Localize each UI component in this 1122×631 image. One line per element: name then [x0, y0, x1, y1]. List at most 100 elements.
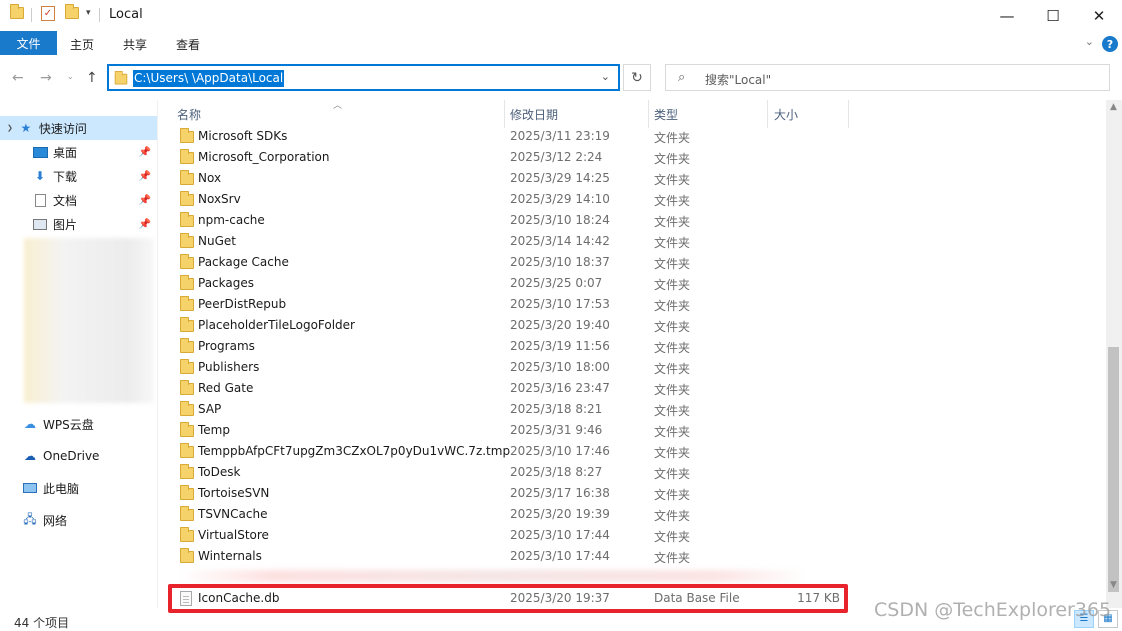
- sidebar-item-desktop[interactable]: 桌面 📌: [0, 140, 157, 164]
- download-icon: ⬇: [34, 169, 46, 183]
- table-row[interactable]: Packages 2025/3/25 0:07 文件夹: [158, 273, 848, 294]
- back-icon[interactable]: ←: [12, 70, 24, 86]
- table-row[interactable]: Publishers 2025/3/10 18:00 文件夹: [158, 357, 848, 378]
- desktop-icon: [32, 145, 48, 159]
- file-name: Winternals: [198, 549, 262, 563]
- sidebar-item-pictures[interactable]: 图片 📌: [0, 212, 157, 236]
- table-row[interactable]: VirtualStore 2025/3/10 17:44 文件夹: [158, 525, 848, 546]
- folder-icon: [180, 485, 194, 503]
- expand-ribbon-icon[interactable]: ⌄: [1085, 35, 1094, 48]
- sidebar-item-documents[interactable]: 文档 📌: [0, 188, 157, 212]
- table-row[interactable]: PeerDistRepub 2025/3/10 17:53 文件夹: [158, 294, 848, 315]
- address-bar[interactable]: C:\Users\ \AppData\Local ⌄: [107, 64, 620, 91]
- sidebar-item-wps-cloud[interactable]: ☁ WPS云盘: [0, 412, 157, 436]
- new-folder-icon[interactable]: [65, 4, 79, 22]
- window-title: Local: [109, 7, 143, 22]
- table-row[interactable]: Temp 2025/3/31 9:46 文件夹: [158, 420, 848, 441]
- table-row[interactable]: TortoiseSVN 2025/3/17 16:38 文件夹: [158, 483, 848, 504]
- sidebar-item-downloads[interactable]: ⬇ 下载 📌: [0, 164, 157, 188]
- tab-share[interactable]: 共享: [123, 36, 147, 53]
- pin-icon[interactable]: 📌: [139, 147, 151, 158]
- pin-icon[interactable]: 📌: [139, 219, 151, 230]
- file-date: 2025/3/20 19:40: [510, 318, 610, 332]
- file-name: PeerDistRepub: [198, 297, 287, 311]
- chevron-down-icon[interactable]: ⌄: [601, 70, 610, 83]
- folder-icon: [180, 464, 194, 482]
- sidebar-item-label: WPS云盘: [43, 417, 94, 432]
- sidebar-item-label: 此电脑: [43, 481, 80, 496]
- table-row[interactable]: Winternals 2025/3/10 17:44 文件夹: [158, 546, 848, 567]
- column-header-name[interactable]: 名称: [177, 100, 201, 128]
- table-row[interactable]: PlaceholderTileLogoFolder 2025/3/20 19:40…: [158, 315, 848, 336]
- file-type: 文件夹: [654, 530, 691, 544]
- table-row[interactable]: ToDesk 2025/3/18 8:27 文件夹: [158, 462, 848, 483]
- pin-icon[interactable]: 📌: [139, 171, 151, 182]
- pictures-icon: [32, 217, 48, 231]
- tab-file[interactable]: 文件: [0, 31, 57, 55]
- table-row[interactable]: Microsoft SDKs 2025/3/11 23:19 文件夹: [158, 126, 848, 147]
- tab-home[interactable]: 主页: [70, 36, 94, 53]
- table-row[interactable]: TSVNCache 2025/3/20 19:39 文件夹: [158, 504, 848, 525]
- sidebar-item-onedrive[interactable]: ☁ OneDrive: [0, 444, 157, 468]
- file-type: 文件夹: [654, 404, 691, 418]
- folder-icon: [180, 380, 194, 398]
- up-icon[interactable]: ↑: [86, 70, 98, 86]
- folder-icon: [180, 317, 194, 335]
- file-date: 2025/3/18 8:21: [510, 402, 603, 416]
- table-row[interactable]: Microsoft_Corporation 2025/3/12 2:24 文件夹: [158, 147, 848, 168]
- chevron-right-icon[interactable]: ❯: [7, 124, 13, 132]
- table-row[interactable]: Red Gate 2025/3/16 23:47 文件夹: [158, 378, 848, 399]
- table-row[interactable]: Programs 2025/3/19 11:56 文件夹: [158, 336, 848, 357]
- recent-locations-icon[interactable]: ⌄: [67, 72, 74, 81]
- navigation-pane: ❯ ★ 快速访问 桌面 📌 ⬇ 下载 📌 文档 📌 图片 📌 ☁ WPS云盘 ☁…: [0, 100, 158, 608]
- refresh-button[interactable]: ↻: [623, 64, 651, 91]
- forward-icon[interactable]: →: [40, 70, 52, 86]
- table-row[interactable]: SAP 2025/3/18 8:21 文件夹: [158, 399, 848, 420]
- folder-icon: [180, 212, 194, 230]
- file-date: 2025/3/12 2:24: [510, 150, 603, 164]
- help-icon[interactable]: ?: [1102, 36, 1118, 52]
- address-path[interactable]: C:\Users\ \AppData\Local: [133, 70, 285, 87]
- file-date: 2025/3/29 14:25: [510, 171, 610, 185]
- column-header-size[interactable]: 大小: [774, 100, 798, 128]
- pin-icon[interactable]: 📌: [139, 195, 151, 206]
- file-date: 2025/3/16 23:47: [510, 381, 610, 395]
- scrollbar-thumb[interactable]: [1108, 347, 1119, 592]
- scroll-up-icon[interactable]: ▲: [1110, 102, 1117, 112]
- minimize-button[interactable]: —: [984, 0, 1030, 31]
- file-type: 文件夹: [654, 131, 691, 145]
- table-row[interactable]: NuGet 2025/3/14 14:42 文件夹: [158, 231, 848, 252]
- table-row[interactable]: Package Cache 2025/3/10 18:37 文件夹: [158, 252, 848, 273]
- tab-view[interactable]: 查看: [176, 36, 200, 53]
- documents-icon: [32, 193, 48, 207]
- file-type: 文件夹: [654, 551, 691, 565]
- table-row[interactable]: Nox 2025/3/29 14:25 文件夹: [158, 168, 848, 189]
- vertical-scrollbar[interactable]: ▲ ▼: [1106, 100, 1122, 608]
- cloud-icon: ☁: [24, 417, 36, 431]
- table-row[interactable]: TemppbAfpCFt7upgZm3CZxOL7p0yDu1vWC.7z.tm…: [158, 441, 848, 462]
- scroll-down-icon[interactable]: ▼: [1110, 580, 1117, 590]
- quick-access-dropdown-icon[interactable]: ▾: [86, 8, 91, 18]
- close-button[interactable]: ✕: [1076, 0, 1122, 31]
- folder-icon: [180, 527, 194, 545]
- file-type: 文件夹: [654, 383, 691, 397]
- file-type: 文件夹: [654, 236, 691, 250]
- file-name: TemppbAfpCFt7upgZm3CZxOL7p0yDu1vWC.7z.tm…: [198, 444, 511, 458]
- sidebar-item-network[interactable]: 🖧 网络: [0, 508, 157, 532]
- file-name: Nox: [198, 171, 222, 185]
- search-input[interactable]: ⌕ 搜索"Local": [665, 64, 1110, 91]
- properties-icon[interactable]: ✓: [41, 6, 55, 21]
- table-row[interactable]: NoxSrv 2025/3/29 14:10 文件夹: [158, 189, 848, 210]
- sidebar-item-quick-access[interactable]: ❯ ★ 快速访问: [0, 116, 157, 140]
- folder-icon: [180, 128, 194, 146]
- redacted-region: [24, 238, 154, 403]
- navigation-bar: ← → ⌄ ↑ C:\Users\ \AppData\Local ⌄ ↻ ⌕ 搜…: [0, 56, 1122, 100]
- file-name: Temp: [198, 423, 230, 437]
- column-header-date[interactable]: 修改日期: [510, 100, 558, 128]
- sidebar-item-this-pc[interactable]: 此电脑: [0, 476, 157, 500]
- column-header-type[interactable]: 类型: [654, 100, 678, 128]
- table-row[interactable]: npm-cache 2025/3/10 18:24 文件夹: [158, 210, 848, 231]
- maximize-button[interactable]: ☐: [1030, 0, 1076, 31]
- folder-icon: [180, 233, 194, 251]
- file-name: Microsoft SDKs: [198, 129, 288, 143]
